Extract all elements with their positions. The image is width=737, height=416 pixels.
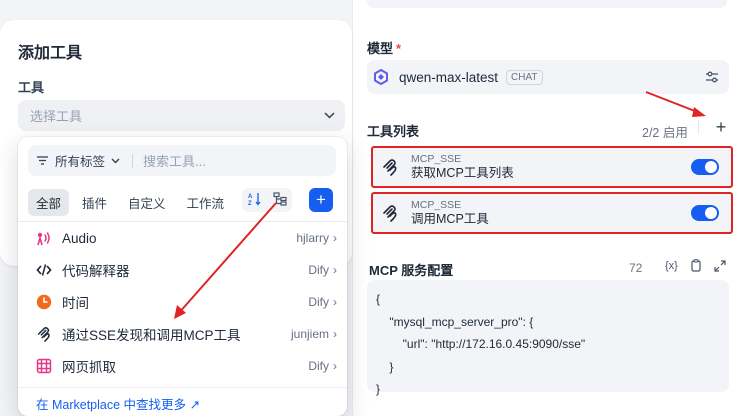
- list-item[interactable]: Audio hjlarry ›: [18, 222, 347, 254]
- copy-icon[interactable]: [690, 259, 702, 272]
- qwen-logo-icon: [373, 69, 389, 85]
- tool-name: 获取MCP工具列表: [411, 165, 514, 180]
- model-name: qwen-max-latest: [399, 69, 499, 85]
- panel-title: 添加工具: [18, 45, 83, 62]
- code-icon: [36, 262, 52, 278]
- insert-variable-icon[interactable]: {x}: [665, 260, 678, 272]
- list-item[interactable]: 网页抓取 Dify ›: [18, 350, 347, 382]
- tool-author: hjlarry: [296, 231, 329, 245]
- add-tool-button[interactable]: +: [710, 116, 732, 138]
- svg-text:A: A: [248, 194, 253, 200]
- tool-name: 网页抓取: [62, 360, 116, 375]
- tools-enabled-count: 2/2 启用: [642, 126, 688, 140]
- mcp-icon: [36, 326, 52, 342]
- divider: [132, 153, 134, 168]
- tool-author: Dify: [308, 295, 329, 309]
- tab-all[interactable]: 全部: [28, 189, 70, 216]
- clock-icon: [36, 294, 52, 310]
- expand-icon[interactable]: [714, 259, 726, 272]
- model-label: 模型 *: [367, 41, 402, 56]
- tool-name: 通过SSE发现和调用MCP工具: [62, 328, 241, 343]
- tree-view-icon[interactable]: [272, 191, 287, 209]
- tool-card-list-tools[interactable]: MCP_SSE 获取MCP工具列表: [371, 146, 733, 188]
- tag-filter[interactable]: 所有标签: [55, 151, 105, 170]
- model-mode-badge: CHAT: [506, 69, 543, 85]
- required-mark: *: [396, 41, 402, 56]
- mcp-config-label: MCP 服务配置: [369, 263, 454, 278]
- tool-provider: MCP_SSE: [411, 153, 462, 166]
- chevron-down-icon: [324, 110, 335, 122]
- top-field: [367, 0, 727, 8]
- tool-select-placeholder: 选择工具: [30, 109, 83, 124]
- tool-enable-toggle[interactable]: [691, 205, 719, 221]
- mcp-icon: [379, 156, 401, 178]
- mcp-icon: [379, 202, 401, 224]
- chevron-right-icon: ›: [333, 359, 337, 373]
- tool-name: 时间: [62, 296, 89, 311]
- audio-icon: [36, 230, 52, 246]
- tool-provider: MCP_SSE: [411, 199, 462, 212]
- tool-enable-toggle[interactable]: [691, 159, 719, 175]
- divider: [18, 387, 347, 388]
- tool-author: Dify: [308, 263, 329, 277]
- view-toggle-group: AZ: [242, 188, 292, 212]
- tools-list-label: 工具列表: [367, 124, 420, 139]
- chevron-down-icon: [111, 156, 120, 166]
- tab-plugins[interactable]: 插件: [74, 189, 115, 216]
- tab-custom[interactable]: 自定义: [120, 189, 174, 216]
- tool-select[interactable]: 选择工具: [18, 100, 345, 131]
- sort-az-icon[interactable]: AZ: [248, 192, 262, 209]
- mcp-config-actions: {x}: [665, 259, 726, 272]
- agent-config-panel: 模型 * qwen-max-latest CHAT 工具列表 2/2 启用 + M…: [352, 0, 737, 416]
- tool-list: Audio hjlarry › 代码解释器 Dify › 时间 Dify › 通…: [18, 222, 347, 382]
- model-selector[interactable]: qwen-max-latest CHAT: [367, 60, 729, 94]
- filter-icon: [36, 155, 49, 166]
- tool-search-bar: 所有标签 搜索工具...: [28, 145, 336, 176]
- tool-author: Dify: [308, 359, 329, 373]
- mcp-config-length: 72: [629, 261, 643, 275]
- list-item[interactable]: 代码解释器 Dify ›: [18, 254, 347, 286]
- tool-author: junjiem: [290, 327, 329, 341]
- divider: [698, 120, 699, 134]
- tab-workflow[interactable]: 工作流: [179, 189, 233, 216]
- tool-card-call-tool[interactable]: MCP_SSE 调用MCP工具: [371, 192, 733, 234]
- mcp-config-editor[interactable]: { "mysql_mcp_server_pro": { "url": "http…: [367, 280, 729, 396]
- model-settings-icon[interactable]: [705, 70, 719, 84]
- web-scraper-icon: [36, 358, 52, 374]
- category-tabs: 全部 插件 自定义 工作流: [28, 189, 237, 216]
- svg-text:Z: Z: [248, 201, 252, 206]
- tool-field-label: 工具: [18, 80, 45, 95]
- marketplace-link[interactable]: 在 Marketplace 中查找更多 ↗: [36, 394, 200, 413]
- chevron-right-icon: ›: [333, 295, 337, 309]
- chevron-right-icon: ›: [333, 327, 337, 341]
- chevron-right-icon: ›: [333, 231, 337, 245]
- chevron-right-icon: ›: [333, 263, 337, 277]
- list-item[interactable]: 通过SSE发现和调用MCP工具 junjiem ›: [18, 318, 347, 350]
- tool-name: Audio: [62, 230, 97, 246]
- tool-name: 代码解释器: [62, 264, 130, 279]
- add-custom-tool-button[interactable]: +: [309, 188, 333, 212]
- tool-search-input[interactable]: 搜索工具...: [143, 151, 206, 170]
- tool-picker-dropdown: 所有标签 搜索工具... 全部 插件 自定义 工作流 AZ + Audio hj…: [18, 137, 347, 416]
- tool-name: 调用MCP工具: [411, 211, 489, 226]
- list-item[interactable]: 时间 Dify ›: [18, 286, 347, 318]
